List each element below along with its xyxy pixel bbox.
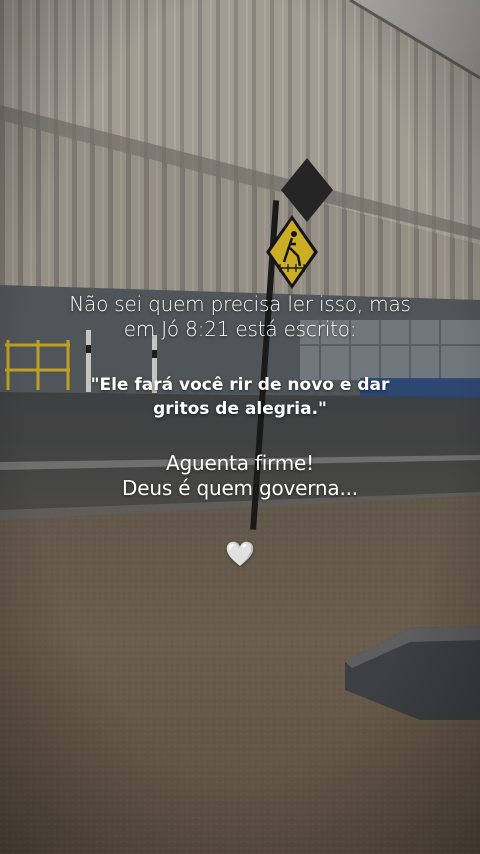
encouragement-text: Aguenta firme! Deus é quem governa...: [0, 451, 480, 501]
verse-line-2: gritos de alegria.": [153, 399, 327, 419]
encourage-line-2: Deus é quem governa...: [122, 476, 358, 500]
verse-line-1: "Ele fará você rir de novo e dar: [90, 375, 390, 395]
photo-background: Não sei quem precisa ler isso, mas em Jó…: [0, 0, 480, 854]
intro-line-2: em Jó 8:21 está escrito:: [123, 317, 357, 341]
encourage-line-1: Aguenta firme!: [166, 451, 314, 475]
intro-text: Não sei quem precisa ler isso, mas em Jó…: [0, 292, 480, 342]
white-heart-icon: 🤍: [225, 541, 255, 568]
bible-verse-quote: "Ele fará você rir de novo e dar gritos …: [0, 373, 480, 421]
intro-line-1: Não sei quem precisa ler isso, mas: [69, 292, 411, 316]
street-scene: [0, 0, 480, 854]
